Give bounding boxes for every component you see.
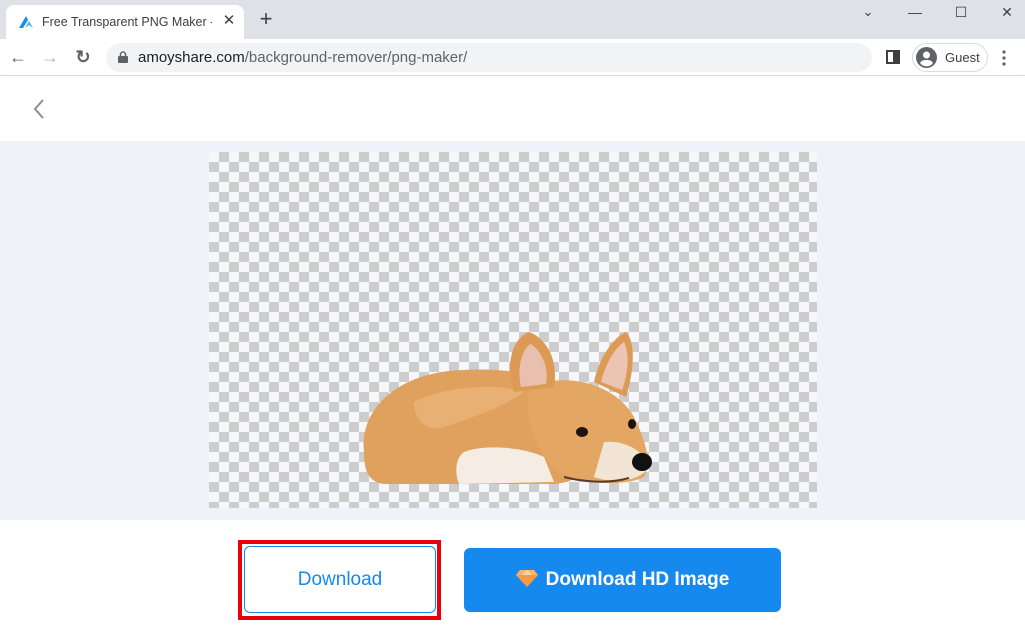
diamond-icon bbox=[515, 570, 538, 587]
tab-title: Free Transparent PNG Maker - bbox=[42, 15, 212, 29]
tab-search-icon[interactable]: ⌄ bbox=[845, 0, 891, 26]
preview-area bbox=[0, 141, 1025, 520]
minimize-button[interactable]: — bbox=[892, 0, 938, 26]
address-bar[interactable]: amoyshare.com/background-remover/png-mak… bbox=[106, 43, 872, 72]
side-panel-icon[interactable] bbox=[886, 50, 900, 64]
forward-arrow-icon[interactable]: → bbox=[38, 45, 62, 69]
corgi-image bbox=[363, 332, 652, 484]
chevron-left-icon[interactable] bbox=[28, 95, 52, 123]
browser-toolbar: ← → ↻ amoyshare.com/background-remover/p… bbox=[0, 39, 1025, 76]
new-tab-button[interactable]: + bbox=[256, 8, 276, 30]
download-actions: Download Download HD Image bbox=[0, 520, 1025, 637]
download-button[interactable]: Download bbox=[244, 546, 436, 613]
download-hd-label: Download HD Image bbox=[545, 569, 730, 590]
url-text: amoyshare.com/background-remover/png-mak… bbox=[138, 49, 467, 66]
page-header bbox=[0, 77, 1025, 141]
download-hd-button[interactable]: Download HD Image bbox=[464, 548, 781, 612]
amoyshare-logo-icon bbox=[19, 16, 33, 28]
maximize-button[interactable]: ☐ bbox=[938, 0, 984, 26]
profile-button[interactable]: Guest bbox=[912, 43, 988, 72]
more-menu-icon[interactable] bbox=[1000, 48, 1008, 68]
url-host: amoyshare.com bbox=[138, 49, 245, 66]
tab-close-icon[interactable]: ✕ bbox=[220, 12, 238, 30]
url-path: /background-remover/png-maker/ bbox=[244, 49, 468, 66]
avatar-icon bbox=[916, 47, 937, 68]
browser-tab[interactable]: Free Transparent PNG Maker - ✕ bbox=[6, 5, 244, 39]
transparent-canvas bbox=[209, 152, 817, 508]
profile-label: Guest bbox=[945, 50, 980, 65]
close-window-button[interactable]: ✕ bbox=[984, 0, 1025, 26]
reload-icon[interactable]: ↻ bbox=[71, 45, 95, 69]
lock-icon bbox=[118, 51, 128, 63]
browser-tab-strip: Free Transparent PNG Maker - ✕ + ⌄ — ☐ ✕ bbox=[0, 0, 1025, 39]
back-arrow-icon[interactable]: ← bbox=[6, 45, 30, 69]
